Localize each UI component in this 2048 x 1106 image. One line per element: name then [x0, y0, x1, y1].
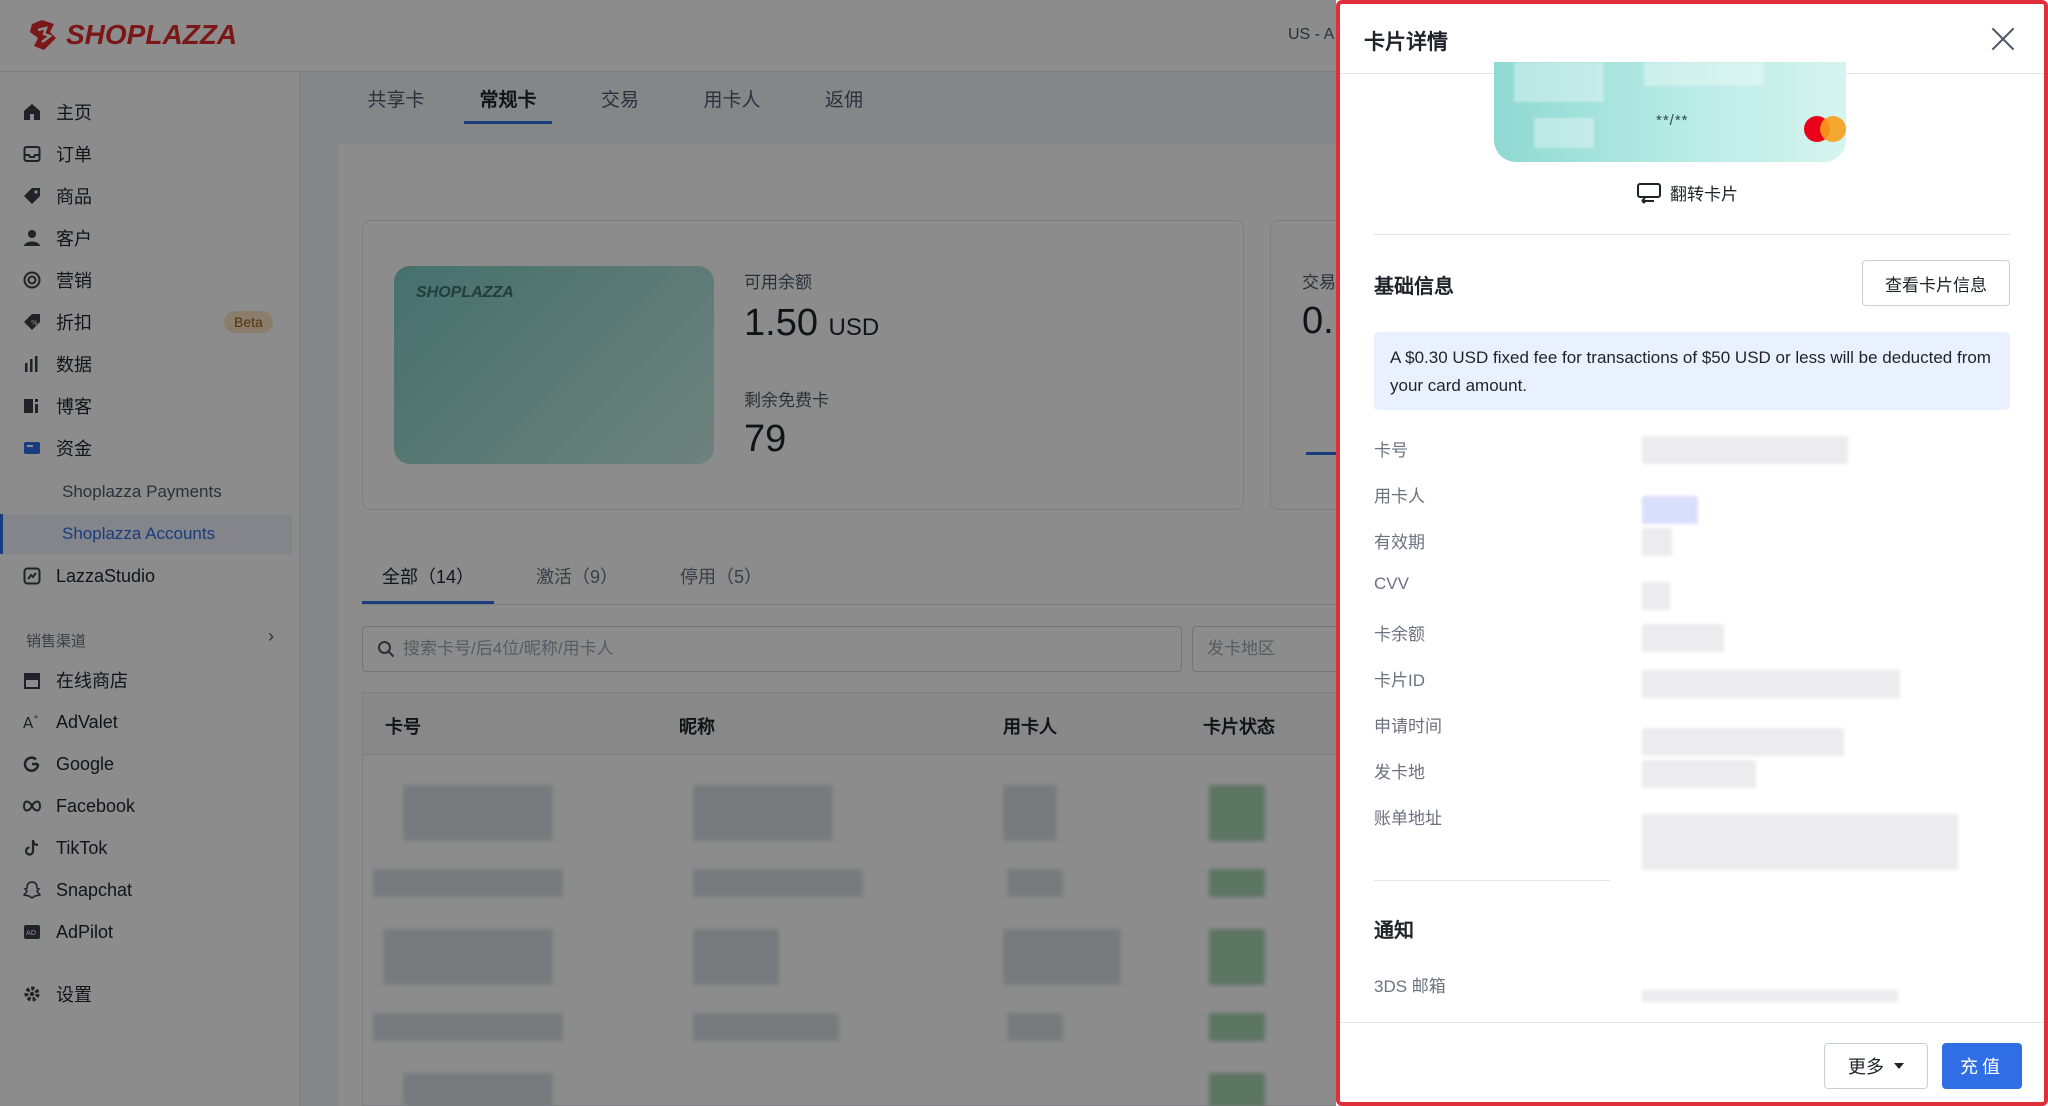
virtual-card: **/**: [1494, 62, 1846, 162]
card-pixel: [1644, 62, 1764, 86]
field-apply-time-label: 申请时间: [1374, 717, 1442, 736]
field-card-id-label: 卡片ID: [1374, 671, 1425, 690]
card-pixel: [1514, 62, 1604, 102]
card-pixel: [1534, 118, 1594, 148]
fee-notice: A $0.30 USD fixed fee for transactions o…: [1374, 332, 2010, 410]
drawer-title: 卡片详情: [1364, 31, 1448, 54]
divider: [1374, 880, 1610, 881]
field-apply-time-value: [1642, 728, 1844, 756]
basic-info-title: 基础信息: [1374, 276, 1454, 298]
view-card-info-button[interactable]: 查看卡片信息: [1862, 260, 2010, 306]
more-actions-label: 更多: [1848, 1057, 1884, 1077]
drawer-footer: 更多 充值: [1340, 1022, 2044, 1102]
mastercard-icon: [1804, 116, 1846, 142]
more-actions-button[interactable]: 更多: [1824, 1043, 1928, 1089]
flip-card-icon: [1637, 182, 1661, 204]
field-balance-value: [1642, 624, 1724, 652]
field-card-id-value: [1642, 670, 1900, 698]
field-cvv-label: CVV: [1374, 574, 1409, 593]
field-cardholder-value: [1642, 496, 1698, 524]
flip-card-label: 翻转卡片: [1670, 185, 1738, 204]
field-3ds-email-label: 3DS 邮箱: [1374, 977, 1446, 996]
field-cvv-value: [1642, 582, 1670, 610]
field-issuing-region-label: 发卡地: [1374, 763, 1425, 782]
field-expiry-label: 有效期: [1374, 533, 1425, 552]
field-balance-label: 卡余额: [1374, 625, 1425, 644]
field-cardholder-label: 用卡人: [1374, 487, 1425, 506]
field-expiry-value: [1642, 528, 1672, 556]
card-expiry-mask: **/**: [1656, 112, 1689, 129]
divider: [1374, 234, 2010, 235]
field-card-number-value: [1642, 436, 1848, 464]
modal-overlay[interactable]: [0, 0, 1336, 1106]
close-icon[interactable]: [1990, 26, 2016, 52]
field-billing-address-label: 账单地址: [1374, 809, 1442, 828]
notification-title: 通知: [1374, 920, 1414, 942]
field-3ds-email-value: [1642, 990, 1898, 1002]
caret-down-icon: [1894, 1063, 1904, 1069]
field-billing-address-value: [1642, 814, 1958, 870]
field-issuing-region-value: [1642, 760, 1756, 788]
field-card-number-label: 卡号: [1374, 441, 1408, 460]
card-details-drawer: 卡片详情 **/** 翻转卡片 基础信息 查看卡片信息 A $0.30 USD …: [1336, 0, 2048, 1106]
top-up-button[interactable]: 充值: [1942, 1043, 2022, 1089]
flip-card-button[interactable]: 翻转卡片: [1636, 180, 1738, 205]
